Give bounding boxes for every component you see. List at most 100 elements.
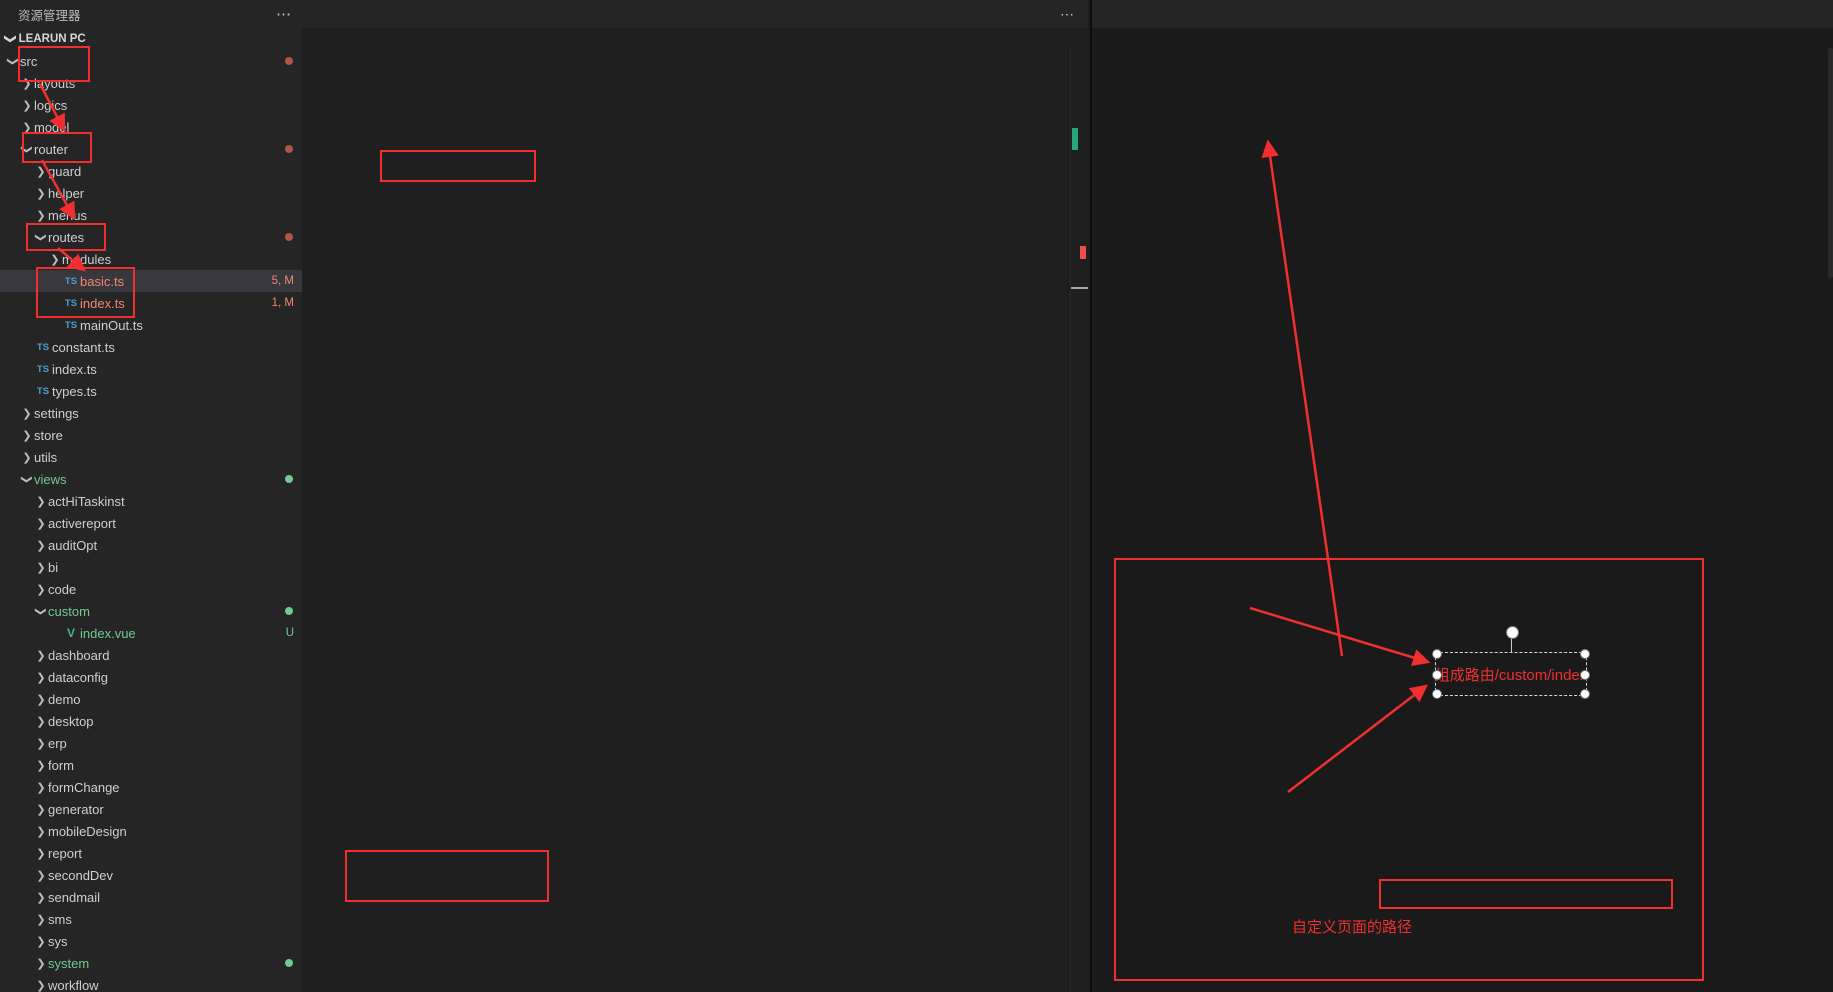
tree-item-index.vue[interactable]: Vindex.vueU <box>0 622 302 644</box>
tree-item-form[interactable]: ❯form <box>0 754 302 776</box>
chevron-right-icon: ❯ <box>20 77 34 90</box>
tree-item-label: mobileDesign <box>48 824 127 839</box>
tree-item-label: formChange <box>48 780 120 795</box>
tree-item-label: sys <box>48 934 68 949</box>
tree-item-report[interactable]: ❯report <box>0 842 302 864</box>
project-root-row[interactable]: ❯ LEARUN PC <box>0 28 302 50</box>
chevron-right-icon: ❯ <box>20 99 34 112</box>
tree-item-modules[interactable]: ❯modules <box>0 248 302 270</box>
tree-item-demo[interactable]: ❯demo <box>0 688 302 710</box>
tree-item-activereport[interactable]: ❯activereport <box>0 512 302 534</box>
project-root-label: LEARUN PC <box>19 33 86 45</box>
tree-item-router[interactable]: ❯router <box>0 138 302 160</box>
editor-group-middle: ⋯ <box>302 0 1088 992</box>
chevron-right-icon: ❯ <box>34 495 48 508</box>
middle-tabbar: ⋯ <box>302 0 1088 28</box>
chevron-right-icon: ❯ <box>34 517 48 530</box>
chevron-down-icon: ❯ <box>7 54 20 68</box>
right-tabbar <box>1092 0 1833 28</box>
tree-item-actHiTaskinst[interactable]: ❯actHiTaskinst <box>0 490 302 512</box>
tree-item-logics[interactable]: ❯logics <box>0 94 302 116</box>
tree-item-code[interactable]: ❯code <box>0 578 302 600</box>
tree-item-helper[interactable]: ❯helper <box>0 182 302 204</box>
tree-item-erp[interactable]: ❯erp <box>0 732 302 754</box>
tree-item-mobileDesign[interactable]: ❯mobileDesign <box>0 820 302 842</box>
ts-file-icon: TS <box>34 342 52 353</box>
tree-item-auditOpt[interactable]: ❯auditOpt <box>0 534 302 556</box>
tree-item-secondDev[interactable]: ❯secondDev <box>0 864 302 886</box>
tree-item-index.ts[interactable]: TSindex.ts1, M <box>0 292 302 314</box>
tree-item-model[interactable]: ❯model <box>0 116 302 138</box>
tree-item-sys[interactable]: ❯sys <box>0 930 302 952</box>
chevron-right-icon: ❯ <box>20 429 34 442</box>
tree-item-bi[interactable]: ❯bi <box>0 556 302 578</box>
tree-item-label: custom <box>48 604 90 619</box>
tree-item-mainOut.ts[interactable]: TSmainOut.ts <box>0 314 302 336</box>
chevron-right-icon: ❯ <box>34 671 48 684</box>
chevron-right-icon: ❯ <box>34 165 48 178</box>
tree-item-label: guard <box>48 164 81 179</box>
chevron-right-icon: ❯ <box>34 693 48 706</box>
tree-item-workflow[interactable]: ❯workflow <box>0 974 302 992</box>
tree-item-formChange[interactable]: ❯formChange <box>0 776 302 798</box>
tree-item-menus[interactable]: ❯menus <box>0 204 302 226</box>
tree-item-types.ts[interactable]: TStypes.ts <box>0 380 302 402</box>
editor-actions-icon[interactable]: ⋯ <box>1060 6 1074 23</box>
tree-item-dashboard[interactable]: ❯dashboard <box>0 644 302 666</box>
tree-item-label: utils <box>34 450 57 465</box>
chevron-down-icon: ❯ <box>21 472 34 486</box>
chevron-down-icon: ❯ <box>35 604 48 618</box>
tree-item-views[interactable]: ❯views <box>0 468 302 490</box>
chevron-down-icon: ❯ <box>21 142 34 156</box>
overview-ruler[interactable] <box>1070 48 1088 992</box>
tree-item-label: src <box>20 54 37 69</box>
tree-item-label: basic.ts <box>80 274 124 289</box>
tree-item-custom[interactable]: ❯custom <box>0 600 302 622</box>
ts-file-icon: TS <box>62 298 80 309</box>
tree-item-layouts[interactable]: ❯layouts <box>0 72 302 94</box>
tree-item-src[interactable]: ❯src <box>0 50 302 72</box>
chevron-right-icon: ❯ <box>34 583 48 596</box>
tree-item-label: logics <box>34 98 67 113</box>
tree-item-label: generator <box>48 802 104 817</box>
tree-item-sms[interactable]: ❯sms <box>0 908 302 930</box>
tree-item-label: sms <box>48 912 72 927</box>
tree-item-label: report <box>48 846 82 861</box>
tree-item-label: router <box>34 142 68 157</box>
editor-group-right <box>1090 0 1833 992</box>
tree-item-guard[interactable]: ❯guard <box>0 160 302 182</box>
tree-item-sendmail[interactable]: ❯sendmail <box>0 886 302 908</box>
chevron-right-icon: ❯ <box>48 253 62 266</box>
explorer-title: 资源管理器 <box>18 5 81 24</box>
tree-item-label: index.ts <box>80 296 125 311</box>
modified-dot-icon <box>285 57 293 65</box>
right-editor-actions <box>1821 0 1833 28</box>
tree-item-label: system <box>48 956 89 971</box>
scrollbar[interactable] <box>1828 48 1833 278</box>
tree-item-utils[interactable]: ❯utils <box>0 446 302 468</box>
chevron-right-icon: ❯ <box>34 539 48 552</box>
chevron-right-icon: ❯ <box>34 781 48 794</box>
chevron-right-icon: ❯ <box>20 121 34 134</box>
modified-dot-icon <box>285 607 293 615</box>
tree-item-dataconfig[interactable]: ❯dataconfig <box>0 666 302 688</box>
explorer-sidebar: 资源管理器 ⋯ ❯ LEARUN PC ❯src❯layouts❯logics❯… <box>0 0 303 992</box>
tree-item-system[interactable]: ❯system <box>0 952 302 974</box>
file-tree: ❯src❯layouts❯logics❯model❯router❯guard❯h… <box>0 50 302 992</box>
tree-item-settings[interactable]: ❯settings <box>0 402 302 424</box>
vscode-window: 资源管理器 ⋯ ❯ LEARUN PC ❯src❯layouts❯logics❯… <box>0 0 1833 992</box>
chevron-right-icon: ❯ <box>34 715 48 728</box>
right-breadcrumb <box>1092 28 1833 48</box>
tree-item-generator[interactable]: ❯generator <box>0 798 302 820</box>
tree-item-basic.ts[interactable]: TSbasic.ts5, M <box>0 270 302 292</box>
tree-item-store[interactable]: ❯store <box>0 424 302 446</box>
ruler-cursor-mark <box>1071 287 1088 289</box>
tree-item-routes[interactable]: ❯routes <box>0 226 302 248</box>
more-actions-icon[interactable]: ⋯ <box>276 5 292 23</box>
tree-item-desktop[interactable]: ❯desktop <box>0 710 302 732</box>
tree-item-constant.ts[interactable]: TSconstant.ts <box>0 336 302 358</box>
tree-item-label: index.vue <box>80 626 136 641</box>
modified-dot-icon <box>285 959 293 967</box>
chevron-right-icon: ❯ <box>34 759 48 772</box>
tree-item-index.ts[interactable]: TSindex.ts <box>0 358 302 380</box>
